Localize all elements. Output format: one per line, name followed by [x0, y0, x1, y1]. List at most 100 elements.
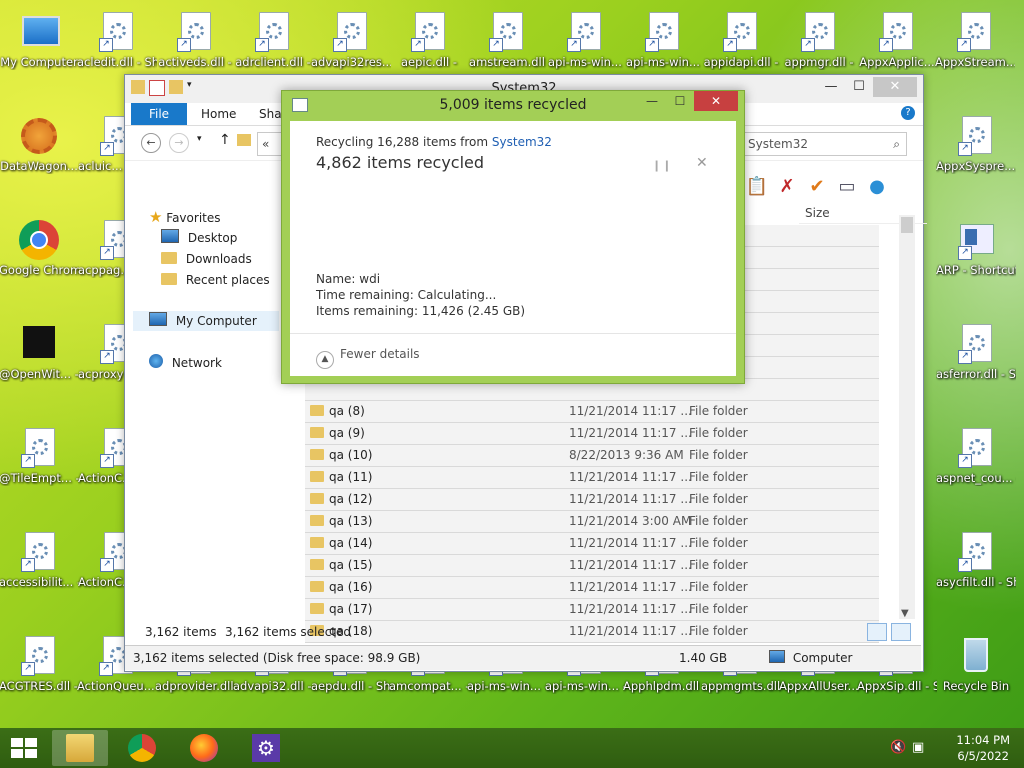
close-button[interactable]: ✕: [694, 91, 738, 111]
time-remaining: Time remaining: Calculating...: [316, 288, 497, 302]
dll-shortcut-icon: ↗: [19, 636, 59, 676]
desktop-icon[interactable]: ↗ api-ms-win...: [623, 12, 703, 70]
desktop-icon[interactable]: ↗ AppxSyspre... - Shortcut: [936, 116, 1016, 174]
minimize-button[interactable]: —: [638, 91, 666, 111]
folder-icon: [310, 515, 324, 526]
desktop-icon-label: AppxApplic...: [859, 55, 935, 69]
search-icon[interactable]: ⌕: [893, 133, 900, 155]
globe-icon[interactable]: ●: [865, 175, 889, 199]
nav-my-computer[interactable]: My Computer: [133, 311, 279, 331]
vertical-scrollbar[interactable]: ▼: [899, 215, 915, 619]
file-type: File folder: [689, 426, 748, 440]
desktop-icon[interactable]: ↗ @TileEmpt... - Shortcut: [0, 428, 79, 486]
desktop-icon-label: aspnet_cou... - Shortcut: [936, 471, 1016, 485]
desktop-icon[interactable]: @OpenWit... - Shortcut: [0, 324, 79, 382]
network-tray-icon[interactable]: ▣: [912, 740, 924, 755]
file-date: 11/21/2014 11:17 ...: [569, 558, 692, 572]
desktop-icon[interactable]: Google Chrome: [0, 220, 79, 278]
nav-desktop[interactable]: Desktop: [161, 228, 237, 248]
desktop-icon-label: AppxStream... - Shortcut: [935, 55, 1015, 69]
desktop-icon-label: acledit.dll - Short: [77, 55, 157, 69]
check-icon[interactable]: ✔: [805, 175, 829, 199]
large-icons-view-button[interactable]: [891, 623, 911, 641]
nav-network[interactable]: Network: [149, 353, 222, 373]
rename-icon[interactable]: ▭: [835, 175, 859, 199]
recent-locations-icon[interactable]: ▾: [197, 134, 202, 144]
table-row[interactable]: qa (15) 11/21/2014 11:17 ... File folder: [305, 555, 879, 577]
desktop-icon[interactable]: ↗ api-ms-win...: [545, 12, 625, 70]
desktop-icon[interactable]: ↗ AppxStream... - Shortcut: [935, 12, 1015, 70]
taskbar-settings[interactable]: ⚙: [238, 730, 294, 766]
desktop-icon[interactable]: DataWagon...: [0, 116, 79, 174]
nav-favorites[interactable]: ★ Favorites: [149, 207, 221, 227]
desktop-icon[interactable]: ↗ aepic.dll -: [389, 12, 469, 70]
table-row[interactable]: qa (9) 11/21/2014 11:17 ... File folder: [305, 423, 879, 445]
file-date: 11/21/2014 11:17 ...: [569, 602, 692, 616]
desktop-icon-label: ACGTRES.dll - Shortcut: [0, 679, 79, 693]
table-row[interactable]: qa (16) 11/21/2014 11:17 ... File folder: [305, 577, 879, 599]
scrollbar-thumb[interactable]: [901, 217, 913, 233]
desktop-icon[interactable]: ↗ advapi32res...: [311, 12, 391, 70]
desktop-icon[interactable]: ↗ amstream.dll: [467, 12, 547, 70]
fewer-details-label: Fewer details: [340, 347, 420, 361]
details-view-button[interactable]: [867, 623, 887, 641]
tab-file[interactable]: File: [131, 103, 187, 125]
desktop-icon[interactable]: ↗ adrclient.dll -: [233, 12, 313, 70]
desktop-icon[interactable]: My Computer: [0, 12, 79, 70]
desktop-icon[interactable]: ↗ activeds.dll -: [155, 12, 235, 70]
clock[interactable]: 11:04 PM 6/5/2022: [956, 732, 1010, 764]
clipboard-icon[interactable]: 📋: [745, 175, 769, 199]
source-folder-link[interactable]: System32: [492, 135, 552, 149]
recycle-progress-dialog[interactable]: 5,009 items recycled — ☐ ✕ Recycling 16,…: [281, 90, 745, 384]
desktop-icon[interactable]: ↗ AppxApplic...: [857, 12, 937, 70]
desktop-icon-label: accessibilit... - Shortcut: [0, 575, 79, 589]
taskbar-file-explorer[interactable]: [52, 730, 108, 766]
recycle-source-text: Recycling 16,288 items from: [316, 135, 492, 149]
table-row[interactable]: qa (11) 11/21/2014 11:17 ... File folder: [305, 467, 879, 489]
chevron-down-icon[interactable]: ▼: [901, 608, 909, 619]
maximize-button[interactable]: ☐: [845, 77, 873, 97]
desktop-icon[interactable]: ↗ accessibilit... - Shortcut: [0, 532, 79, 590]
search-input[interactable]: System32 ⌕: [743, 132, 907, 156]
desktop-icon[interactable]: ↗ ACGTRES.dll - Shortcut: [0, 636, 79, 694]
desktop-icon[interactable]: ↗ asycfilt.dll - Shortcut: [936, 532, 1016, 590]
table-row[interactable]: qa (17) 11/21/2014 11:17 ... File folder: [305, 599, 879, 621]
back-button[interactable]: ←: [141, 133, 161, 153]
desktop-icon[interactable]: ↗ aspnet_cou... - Shortcut: [936, 428, 1016, 486]
file-name: qa (11): [329, 470, 373, 484]
table-row[interactable]: qa (10) 8/22/2013 9:36 AM File folder: [305, 445, 879, 467]
cancel-icon[interactable]: ✕: [696, 155, 708, 171]
start-button[interactable]: [0, 728, 48, 768]
up-button[interactable]: ↑: [219, 132, 231, 148]
nav-recent-places[interactable]: Recent places: [161, 270, 270, 290]
table-row[interactable]: qa (14) 11/21/2014 11:17 ... File folder: [305, 533, 879, 555]
desktop-icon[interactable]: ↗ acledit.dll - Short: [77, 12, 157, 70]
forward-button[interactable]: →: [169, 133, 189, 153]
taskbar-firefox[interactable]: [176, 730, 232, 766]
desktop-icon[interactable]: ↗ asferror.dll - Shortcut: [936, 324, 1016, 382]
datawagon-icon: [19, 116, 59, 156]
pause-icon[interactable]: ❙❙: [652, 159, 672, 172]
maximize-button[interactable]: ☐: [666, 91, 694, 111]
desktop-icon[interactable]: ↗ appmgr.dll -: [779, 12, 859, 70]
file-date: 11/21/2014 11:17 ...: [569, 580, 692, 594]
dll-shortcut-icon: ↗: [956, 428, 996, 468]
desktop-icon[interactable]: ↗ ARP - Shortcut: [936, 220, 1016, 278]
minimize-button[interactable]: —: [817, 77, 845, 97]
nav-downloads[interactable]: Downloads: [161, 249, 252, 269]
volume-muted-icon[interactable]: 🔇: [890, 740, 906, 755]
delete-icon[interactable]: ✗: [775, 175, 799, 199]
star-icon: ★: [149, 208, 163, 226]
table-row[interactable]: qa (13) 11/21/2014 3:00 AM File folder: [305, 511, 879, 533]
file-date: 11/21/2014 11:17 ...: [569, 536, 692, 550]
table-row[interactable]: qa (12) 11/21/2014 11:17 ... File folder: [305, 489, 879, 511]
tab-home[interactable]: Home: [201, 103, 236, 125]
fewer-details-button[interactable]: ▲ Fewer details: [316, 347, 420, 369]
help-icon[interactable]: ?: [901, 106, 915, 120]
desktop-icon[interactable]: ↗ appidapi.dll -: [701, 12, 781, 70]
close-button[interactable]: ✕: [873, 77, 917, 97]
computer-icon: [149, 312, 167, 326]
taskbar-chrome[interactable]: [114, 730, 170, 766]
desktop-icon[interactable]: Recycle Bin: [936, 636, 1016, 694]
table-row[interactable]: qa (8) 11/21/2014 11:17 ... File folder: [305, 401, 879, 423]
